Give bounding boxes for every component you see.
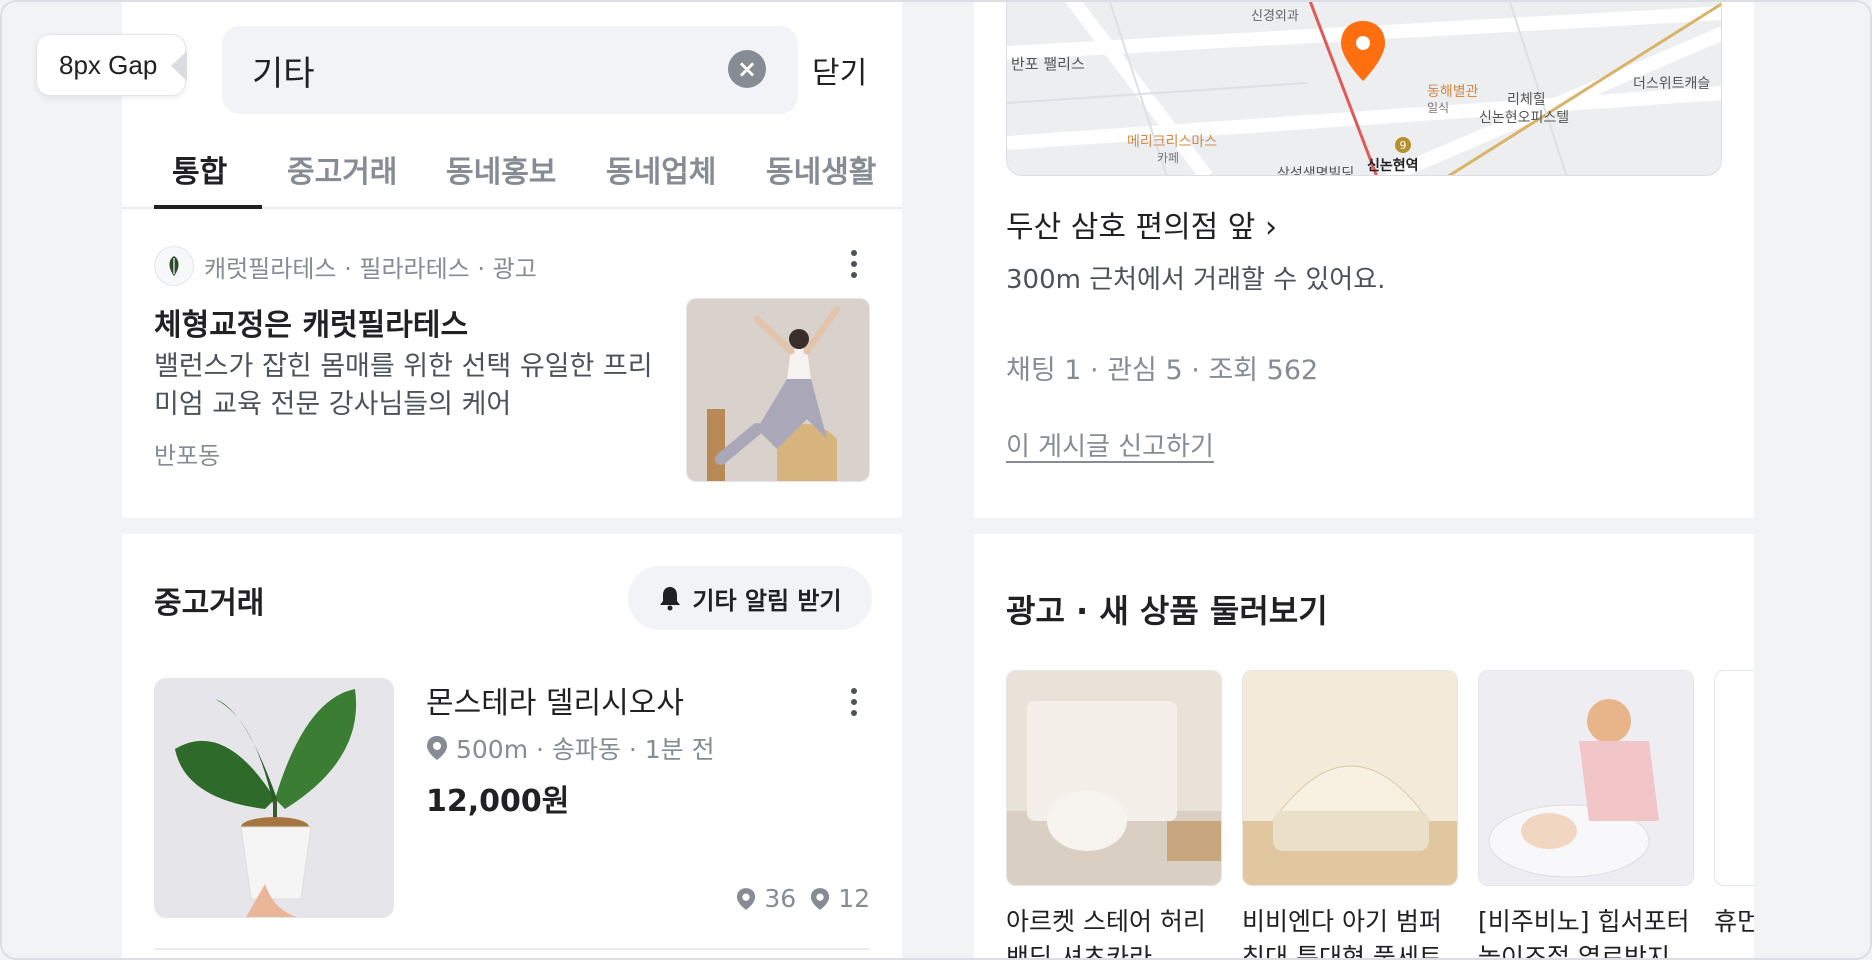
map-label: 메리크리스마스: [1127, 134, 1218, 150]
location-pin-icon: [737, 887, 756, 910]
item-price: 12,000원: [426, 784, 570, 819]
item-detail-panel: 신경외과 반포 팰리스 동해별관 일식 리체힐 신논현오피스텔 더스위트캐슬 메…: [974, 2, 1754, 518]
search-panel: 기타 × 닫기 통합 중고거래 동네홍보 동네업체 동네생활 캐럿필라테스 · …: [122, 2, 902, 518]
stat-a-value: 36: [764, 884, 797, 913]
ad-product-card[interactable]: 휴먼 무용: [1714, 670, 1754, 940]
clear-icon[interactable]: ×: [728, 50, 766, 88]
map-label: 신논현역: [1367, 158, 1419, 174]
trade-description: 300m 근처에서 거래할 수 있어요.: [1006, 265, 1386, 295]
ad-more-icon[interactable]: [844, 244, 864, 284]
ad-location: 반포동: [154, 442, 221, 470]
item-meta-text: 500m · 송파동 · 1분 전: [456, 735, 715, 764]
ad-title[interactable]: 체형교정은 캐럿필라테스: [154, 300, 468, 344]
map-label: 신경외과: [1251, 9, 1299, 24]
stat-b-value: 12: [838, 884, 870, 913]
report-link[interactable]: 이 게시글 신고하기: [1006, 426, 1214, 463]
active-tab-indicator: [154, 205, 262, 209]
item-stats: 채팅 1 · 관심 5 · 조회 562: [1006, 355, 1319, 386]
ad-thumbnail[interactable]: [686, 298, 870, 482]
map-label: 반포 팰리스: [1011, 55, 1085, 73]
map-label: 일식: [1427, 101, 1450, 115]
product-name: 아르켓 스테어 허리 밴딩 셔츠카라: [1006, 907, 1206, 960]
meeting-place-text: 두산 삼호 편의점 앞: [1006, 210, 1256, 245]
search-input[interactable]: 기타 ×: [222, 26, 798, 114]
tab-integrated[interactable]: 통합: [172, 147, 227, 191]
tab-bar: 통합 중고거래 동네홍보 동네업체 동네생활: [122, 137, 902, 209]
meeting-place[interactable]: 두산 삼호 편의점 앞 ›: [1006, 202, 1277, 246]
product-image: [1242, 670, 1458, 886]
map-label: 카페: [1157, 151, 1180, 165]
leaf-logo-icon: [169, 256, 179, 276]
ad-product-card[interactable]: [비주비노] 힙서포터 놀이조절 열료방지: [1478, 670, 1694, 960]
gap-arrow-icon: [171, 51, 187, 81]
map-label: 동해별관: [1427, 84, 1479, 100]
item-title[interactable]: 몬스테라 델리시오사: [426, 678, 684, 722]
gap-annotation: 8px Gap: [36, 34, 187, 96]
item-stats: 36 12: [736, 884, 870, 913]
item-meta: 500m · 송파동 · 1분 전: [426, 730, 715, 766]
chevron-right-icon: ›: [1264, 210, 1277, 245]
tab-local-business[interactable]: 동네업체: [606, 147, 716, 191]
tab-local-promo[interactable]: 동네홍보: [446, 147, 556, 191]
location-pin-icon: [427, 736, 447, 760]
bell-icon: [660, 587, 681, 611]
product-image: [1006, 670, 1222, 886]
ad-meta-text: 캐럿필라테스 · 필라라테스 · 광고: [204, 254, 537, 283]
divider: [154, 948, 870, 950]
ad-product-card[interactable]: 비비엔다 아기 범퍼 침대 특대형 풀세트: [1242, 670, 1458, 960]
map-label: 신논현오피스텔: [1479, 110, 1570, 126]
gap-label: 8px Gap: [59, 49, 158, 80]
map-label: 더스위트캐슬: [1633, 76, 1711, 92]
alert-label: 기타 알림 받기: [692, 586, 842, 615]
item-thumbnail[interactable]: [154, 678, 394, 918]
ads-panel: 광고 · 새 상품 둘러보기 아르켓 스테어 허리 밴딩 셔츠카라 비비엔다 아…: [974, 534, 1754, 960]
location-pin-icon: [811, 887, 830, 910]
tab-local-life[interactable]: 동네생활: [766, 147, 876, 191]
ad-meta: 캐럿필라테스 · 필라라테스 · 광고: [154, 246, 537, 286]
map-label: 삼성생명빌딩: [1277, 166, 1355, 176]
search-query: 기타: [252, 53, 315, 94]
window-frame: 8px Gap 기타 × 닫기 통합 중고거래 동네홍보 동네업체 동네생활 캐…: [0, 0, 1872, 960]
product-name: 휴먼 무용: [1714, 907, 1754, 936]
ad-product-card[interactable]: 아르켓 스테어 허리 밴딩 셔츠카라: [1006, 670, 1222, 960]
tab-used-trade[interactable]: 중고거래: [287, 147, 397, 191]
advertiser-avatar: [154, 246, 194, 286]
product-name: [비주비노] 힙서포터 놀이조절 열료방지: [1478, 907, 1690, 960]
metro-line-icon: 9: [1395, 137, 1411, 153]
item-more-icon[interactable]: [844, 682, 864, 722]
location-map[interactable]: 신경외과 반포 팰리스 동해별관 일식 리체힐 신논현오피스텔 더스위트캐슬 메…: [1006, 2, 1722, 176]
product-name: 비비엔다 아기 범퍼 침대 특대형 풀세트: [1242, 907, 1442, 960]
product-image: [1478, 670, 1694, 886]
ad-description: 밸런스가 잡힌 몸매를 위한 선택 유일한 프리미엄 교육 전문 강사님들의 케…: [154, 351, 653, 420]
product-image: [1714, 670, 1754, 886]
keyword-alert-button[interactable]: 기타 알림 받기: [628, 566, 872, 630]
map-label: 리체힐: [1507, 92, 1546, 108]
close-button[interactable]: 닫기: [812, 48, 867, 92]
section-title: 중고거래: [154, 586, 265, 621]
ads-section-title: 광고 · 새 상품 둘러보기: [1006, 592, 1328, 630]
used-trade-panel: 중고거래 기타 알림 받기 몬스테라 델리시오사 500m · 송파동 · 1분…: [122, 534, 902, 958]
map-pin-icon: [1341, 21, 1385, 81]
